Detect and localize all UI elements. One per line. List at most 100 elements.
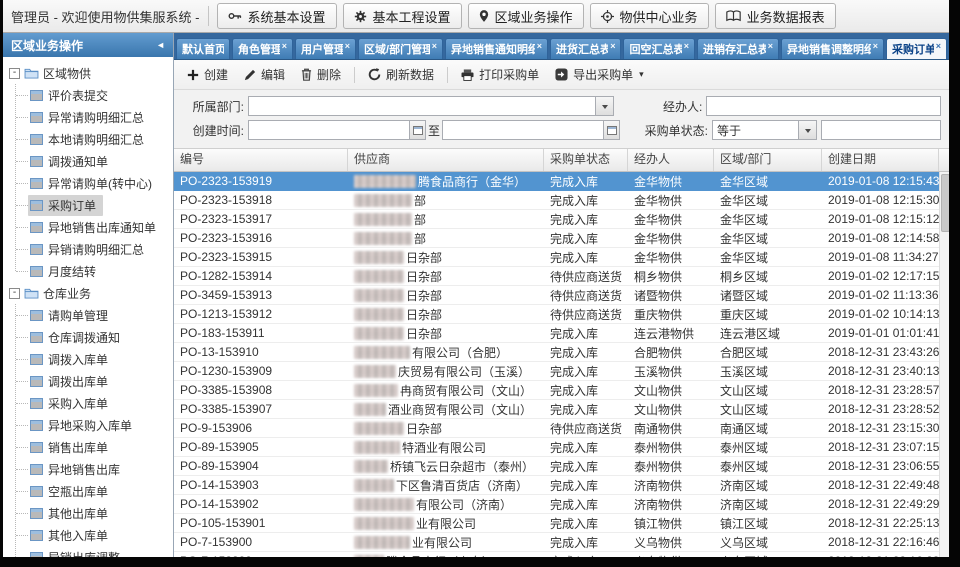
tab-4[interactable]: 异地销售通知明细× — [445, 38, 548, 59]
department-select[interactable] — [248, 96, 614, 116]
table-row[interactable]: PO-3385-153907酒业商贸有限公司（文山）完成入库文山物供文山区域20… — [174, 400, 939, 419]
menu-button-gear[interactable]: 基本工程设置 — [343, 3, 462, 29]
collapse-box-icon[interactable]: - — [9, 288, 20, 299]
table-row[interactable]: PO-2323-153919腾食品商行（金华）完成入库金华物供金华区域2019-… — [174, 172, 939, 191]
close-icon[interactable]: × — [684, 41, 689, 51]
column-header[interactable]: 区域/部门 — [714, 149, 822, 171]
column-header[interactable]: 创建日期 — [822, 149, 939, 171]
column-header[interactable]: 供应商 — [348, 149, 544, 171]
sidebar-item[interactable]: 空瓶出库单 — [3, 480, 173, 502]
table-row[interactable]: PO-3385-153908冉商贸有限公司（文山）完成入库文山物供文山区域201… — [174, 381, 939, 400]
close-icon[interactable]: × — [936, 41, 941, 51]
tree-connector — [16, 95, 28, 96]
table-row[interactable]: PO-2323-153918部完成入库金华物供金华区域2019-01-08 12… — [174, 191, 939, 210]
trash-button[interactable]: 删除 — [294, 63, 348, 86]
vertical-scrollbar[interactable] — [939, 172, 949, 557]
table-row[interactable]: PO-89-153905特酒业有限公司完成入库泰州物供泰州区域2018-12-3… — [174, 438, 939, 457]
sidebar-item[interactable]: 异地采购入库单 — [3, 414, 173, 436]
table-row[interactable]: PO-2323-153915日杂部完成入库金华物供金华区域2019-01-08 … — [174, 248, 939, 267]
date-from-input[interactable] — [248, 120, 426, 140]
table-row[interactable]: PO-1230-153909庆贸易有限公司（玉溪）完成入库玉溪物供玉溪区域201… — [174, 362, 939, 381]
table-row[interactable]: PO-13-153910有限公司（合肥）完成入库合肥物供合肥区域2018-12-… — [174, 343, 939, 362]
column-header[interactable]: 编号 — [174, 149, 348, 171]
sidebar-item[interactable]: 仓库调拨通知 — [3, 326, 173, 348]
table-row[interactable]: PO-7-153900业有限公司完成入库义乌物供义乌区域2018-12-31 2… — [174, 533, 939, 552]
close-icon[interactable]: × — [537, 41, 542, 51]
menu-button-book[interactable]: 业务数据报表 — [715, 3, 836, 29]
sidebar-item[interactable]: 本地请购明细汇总 — [3, 128, 173, 150]
close-icon[interactable]: × — [345, 41, 350, 51]
sidebar-item[interactable]: 其他出库单 — [3, 502, 173, 524]
plus-button[interactable]: 创建 — [180, 63, 235, 86]
close-icon[interactable]: × — [610, 41, 615, 51]
sidebar-item[interactable]: 调拨通知单 — [3, 150, 173, 172]
export-button[interactable]: 导出采购单▾ — [548, 63, 651, 86]
sidebar-item[interactable]: 调拨出库单 — [3, 370, 173, 392]
table-row[interactable]: PO-2323-153916部完成入库金华物供金华区域2019-01-08 12… — [174, 229, 939, 248]
sidebar-item[interactable]: 采购入库单 — [3, 392, 173, 414]
tree-group[interactable]: -区域物供 — [3, 62, 173, 84]
tab-5[interactable]: 进货汇总表× — [550, 38, 622, 59]
tab-2[interactable]: 用户管理× — [295, 38, 356, 59]
calendar-icon[interactable] — [409, 121, 425, 139]
collapse-box-icon[interactable]: - — [9, 68, 20, 79]
sidebar-item[interactable]: 异销请购明细汇总 — [3, 238, 173, 260]
collapse-sidebar-icon[interactable]: ◄ — [156, 41, 165, 50]
sidebar-item[interactable]: 销售出库单 — [3, 436, 173, 458]
sidebar-item[interactable]: 调拨入库单 — [3, 348, 173, 370]
tab-7[interactable]: 进销存汇总表× — [697, 38, 779, 59]
redacted-supplier-blur — [354, 251, 404, 264]
pencil-button[interactable]: 编辑 — [237, 63, 292, 86]
status-value-input[interactable] — [821, 120, 941, 140]
table-row[interactable]: PO-7-153899腾食品商行（义乌）完成入库义乌物供义乌区域2018-12-… — [174, 552, 939, 557]
close-icon[interactable]: × — [768, 41, 773, 51]
tab-0[interactable]: 默认首页 — [176, 38, 230, 59]
date-to-input[interactable] — [442, 120, 620, 140]
refresh-button[interactable]: 刷新数据 — [361, 63, 441, 86]
table-row[interactable]: PO-2323-153917部完成入库金华物供金华区域2019-01-08 12… — [174, 210, 939, 229]
sidebar-item[interactable]: 请购单管理 — [3, 304, 173, 326]
sidebar-item[interactable]: 异常请购明细汇总 — [3, 106, 173, 128]
column-header[interactable]: 采购单状态 — [544, 149, 628, 171]
table-row[interactable]: PO-9-153906日杂部待供应商送货南通物供南通区域2018-12-31 2… — [174, 419, 939, 438]
chevron-down-icon[interactable] — [798, 121, 816, 139]
status-operator-select[interactable]: 等于 — [712, 120, 817, 140]
tab-1[interactable]: 角色管理× — [232, 38, 293, 59]
sidebar-item[interactable]: 异地销售出库 — [3, 458, 173, 480]
table-row[interactable]: PO-1213-153912日杂部待供应商送货重庆物供重庆区域2019-01-0… — [174, 305, 939, 324]
close-icon[interactable]: × — [282, 41, 287, 51]
table-row[interactable]: PO-183-153911日杂部完成入库连云港物供连云港区域2019-01-01… — [174, 324, 939, 343]
menu-button-target[interactable]: 物供中心业务 — [590, 3, 709, 29]
table-row[interactable]: PO-89-153904桥镇飞云日杂超市（泰州）完成入库泰州物供泰州区域2018… — [174, 457, 939, 476]
tab-active[interactable]: 采购订单× — [886, 38, 947, 59]
column-header[interactable]: 经办人 — [628, 149, 714, 171]
close-icon[interactable]: × — [873, 41, 878, 51]
handler-input[interactable] — [706, 96, 941, 116]
menu-button-key[interactable]: 系统基本设置 — [217, 3, 337, 29]
chevron-down-icon[interactable] — [595, 97, 613, 115]
close-icon[interactable]: × — [432, 41, 437, 51]
sidebar-item[interactable]: 其他入库单 — [3, 524, 173, 546]
sidebar-item[interactable]: 异地销售出库通知单 — [3, 216, 173, 238]
tab-3[interactable]: 区域/部门管理× — [358, 38, 443, 59]
sidebar-item[interactable]: 异常请购单(转中心) — [3, 172, 173, 194]
tab-8[interactable]: 异地销售调整明细× — [781, 38, 884, 59]
table-row[interactable]: PO-1282-153914日杂部待供应商送货桐乡物供桐乡区域2019-01-0… — [174, 267, 939, 286]
tab-6[interactable]: 回空汇总表× — [623, 38, 695, 59]
scrollbar-thumb[interactable] — [941, 174, 949, 232]
table-row[interactable]: PO-3459-153913日杂部待供应商送货诸暨物供诸暨区域2019-01-0… — [174, 286, 939, 305]
sidebar-item[interactable]: 月度结转 — [3, 260, 173, 282]
printer-button[interactable]: 打印采购单 — [454, 63, 546, 86]
menu-buttons: 系统基本设置基本工程设置区域业务操作物供中心业务业务数据报表 — [217, 3, 836, 29]
menu-button-pin[interactable]: 区域业务操作 — [468, 3, 584, 29]
table-row[interactable]: PO-14-153903下区鲁清百货店（济南）完成入库济南物供济南区域2018-… — [174, 476, 939, 495]
cell-region: 连云港区域 — [714, 324, 822, 342]
sidebar-item[interactable]: 采购订单 — [3, 194, 173, 216]
sidebar-item[interactable]: 异销出库调整 — [3, 546, 173, 557]
table-row[interactable]: PO-14-153902有限公司（济南）完成入库济南物供济南区域2018-12-… — [174, 495, 939, 514]
table-row[interactable]: PO-105-153901业有限公司完成入库镇江物供镇江区域2018-12-31… — [174, 514, 939, 533]
sidebar-item[interactable]: 评价表提交 — [3, 84, 173, 106]
calendar-icon[interactable] — [603, 121, 619, 139]
tree-group[interactable]: -仓库业务 — [3, 282, 173, 304]
redacted-supplier-blur — [354, 346, 410, 359]
